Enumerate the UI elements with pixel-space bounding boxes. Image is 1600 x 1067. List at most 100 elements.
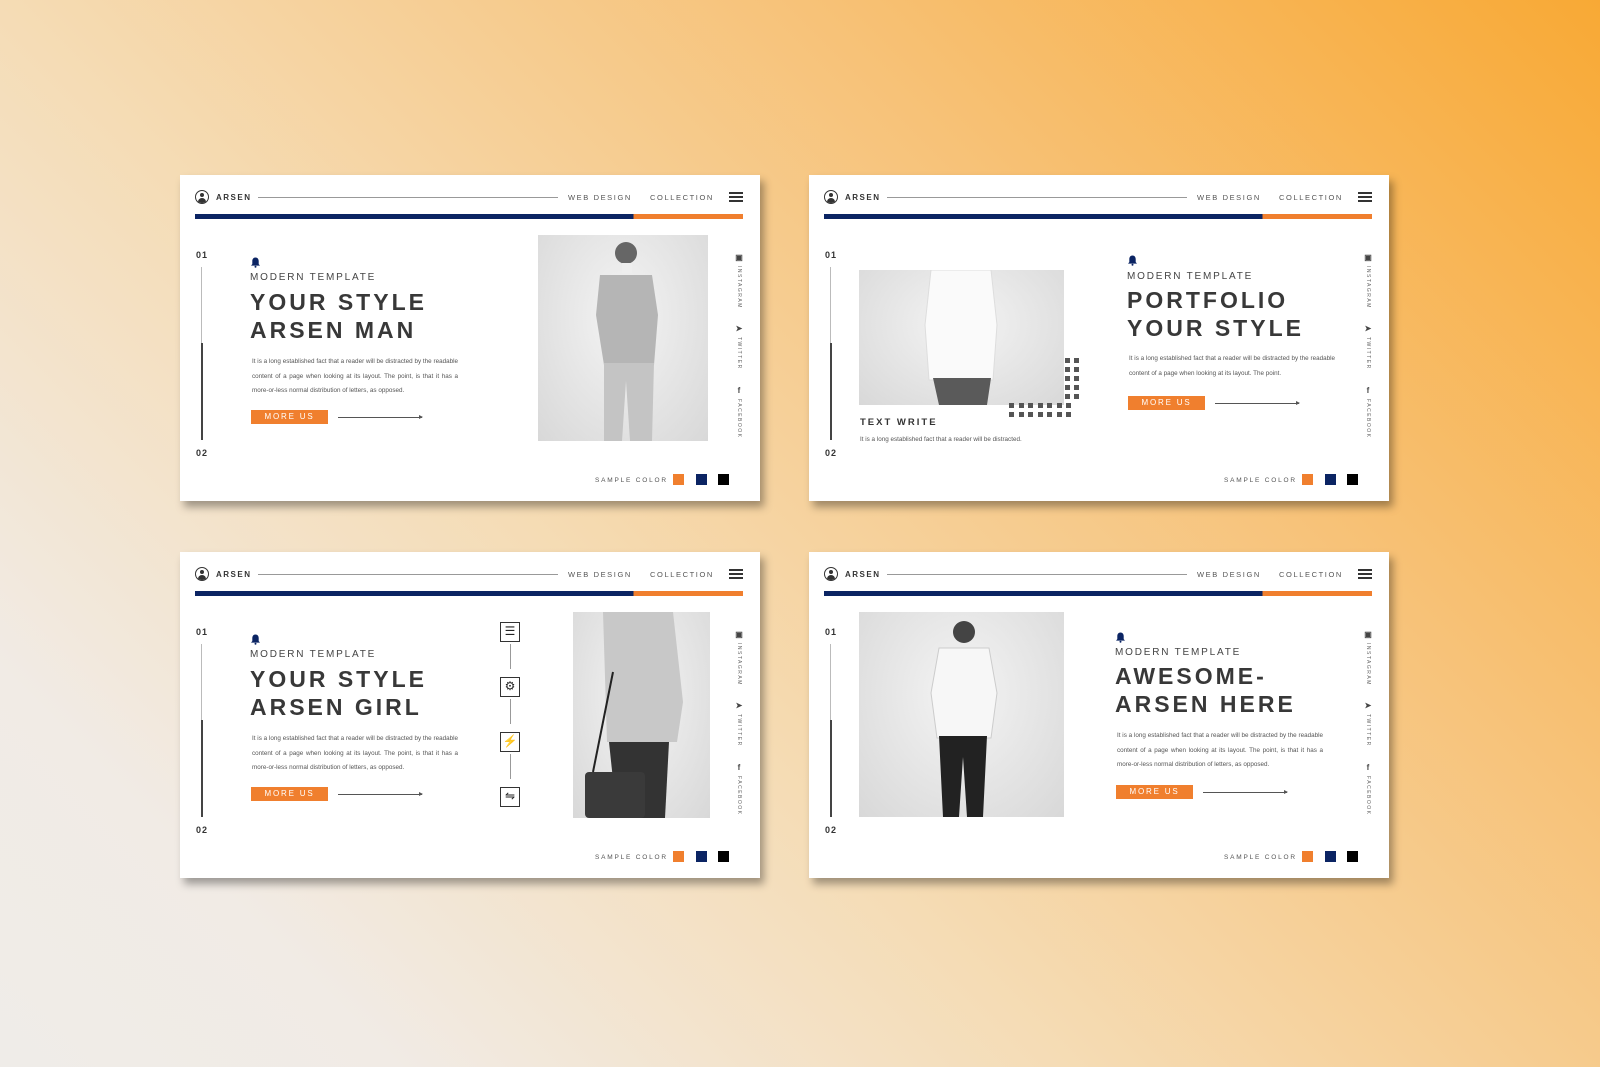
nav-web-design[interactable]: WEB DESIGN xyxy=(568,570,632,579)
decor-dot xyxy=(1056,412,1062,417)
nav-collection[interactable]: COLLECTION xyxy=(1279,193,1343,202)
decor-dot xyxy=(1065,394,1070,399)
color-progress-bar xyxy=(824,214,1372,219)
swatch-navy xyxy=(1325,851,1336,862)
model-photo xyxy=(573,612,710,818)
instagram-icon[interactable]: ▣ xyxy=(733,253,745,262)
brand-name: ARSEN xyxy=(845,193,881,202)
swatch-navy xyxy=(1325,474,1336,485)
facebook-icon[interactable]: f xyxy=(1362,763,1374,772)
slide-number-end: 02 xyxy=(196,825,209,835)
brand-name: ARSEN xyxy=(216,570,252,579)
slide: ARSEN WEB DESIGN COLLECTION 01 02 MODERN TEMP… xyxy=(809,175,1389,501)
sliders-icon: ⇋ xyxy=(500,787,520,807)
subtitle: MODERN TEMPLATE xyxy=(250,649,377,660)
more-us-button[interactable]: MORE US xyxy=(251,787,328,801)
social-instagram[interactable]: ▣ INSTAGRAM xyxy=(1362,253,1374,309)
more-us-button[interactable]: MORE US xyxy=(1128,396,1205,410)
twitter-icon[interactable]: ➤ xyxy=(733,324,745,333)
social-label: TWITTER xyxy=(736,714,742,747)
social-facebook[interactable]: f FACEBOOK xyxy=(1362,763,1374,816)
body-paragraph: It is a long established fact that a rea… xyxy=(1117,732,1323,768)
social-label: TWITTER xyxy=(1365,714,1371,747)
plug-icon: ⚡ xyxy=(500,732,520,752)
model-photo xyxy=(538,235,708,441)
color-progress-bar xyxy=(195,214,743,219)
icon-connector xyxy=(510,754,511,779)
nav-collection[interactable]: COLLECTION xyxy=(650,570,714,579)
social-facebook[interactable]: f FACEBOOK xyxy=(733,763,745,816)
swatch-orange xyxy=(1302,474,1313,485)
twitter-icon[interactable]: ➤ xyxy=(1362,324,1374,333)
slide-number-end: 02 xyxy=(825,448,838,458)
arrow-right-icon xyxy=(1203,790,1288,794)
slide-title: PORTFOLIO YOUR STYLE xyxy=(1127,287,1304,341)
icon-connector xyxy=(510,644,511,669)
nav-web-design[interactable]: WEB DESIGN xyxy=(1197,570,1261,579)
model-photo xyxy=(859,270,1064,405)
social-instagram[interactable]: ▣ INSTAGRAM xyxy=(733,630,745,686)
social-label: INSTAGRAM xyxy=(736,266,742,309)
slide-title: YOUR STYLE ARSEN MAN xyxy=(250,289,427,343)
instagram-icon[interactable]: ▣ xyxy=(1362,630,1374,639)
decor-dot xyxy=(1028,412,1033,417)
social-label: INSTAGRAM xyxy=(1365,643,1371,686)
social-twitter[interactable]: ➤ TWITTER xyxy=(1362,701,1374,747)
nav-web-design[interactable]: WEB DESIGN xyxy=(568,193,632,202)
decor-dot xyxy=(1056,403,1062,408)
hamburger-icon[interactable] xyxy=(1358,569,1372,579)
bell-icon xyxy=(1128,253,1137,266)
decor-dot xyxy=(1065,376,1070,381)
social-instagram[interactable]: ▣ INSTAGRAM xyxy=(1362,630,1374,686)
header-divider xyxy=(258,197,558,198)
header-divider xyxy=(258,574,558,575)
social-twitter[interactable]: ➤ TWITTER xyxy=(1362,324,1374,370)
swatch-black xyxy=(718,474,729,485)
social-label: TWITTER xyxy=(736,337,742,370)
swatch-black xyxy=(718,851,729,862)
layers-icon: ☰ xyxy=(500,622,520,642)
decor-dot xyxy=(1018,412,1024,417)
twitter-icon[interactable]: ➤ xyxy=(733,701,745,710)
social-twitter[interactable]: ➤ TWITTER xyxy=(733,324,745,370)
decor-dot xyxy=(1074,394,1079,399)
twitter-icon[interactable]: ➤ xyxy=(1362,701,1374,710)
decor-dot xyxy=(1028,403,1033,408)
social-instagram[interactable]: ▣ INSTAGRAM xyxy=(733,253,745,309)
facebook-icon[interactable]: f xyxy=(733,386,745,395)
social-facebook[interactable]: f FACEBOOK xyxy=(733,386,745,439)
color-progress-bar xyxy=(195,591,743,596)
decor-dot xyxy=(1009,412,1014,417)
decor-dot xyxy=(1065,358,1070,363)
social-label: FACEBOOK xyxy=(736,776,742,816)
arrow-right-icon xyxy=(338,792,423,796)
instagram-icon[interactable]: ▣ xyxy=(733,630,745,639)
sample-color-label: SAMPLE COLOR xyxy=(595,854,668,861)
more-us-button[interactable]: MORE US xyxy=(251,410,328,424)
social-twitter[interactable]: ➤ TWITTER xyxy=(733,701,745,747)
decor-dot xyxy=(1065,367,1070,372)
hamburger-icon[interactable] xyxy=(729,569,743,579)
hamburger-icon[interactable] xyxy=(729,192,743,202)
brand-name: ARSEN xyxy=(216,193,252,202)
user-circle-icon xyxy=(824,567,838,581)
timeline-line xyxy=(200,644,203,817)
body-paragraph: It is a long established fact that a rea… xyxy=(252,358,458,394)
slide-number-start: 01 xyxy=(196,250,209,260)
user-circle-icon xyxy=(824,190,838,204)
body-paragraph: It is a long established fact that a rea… xyxy=(1129,355,1335,377)
sample-color-label: SAMPLE COLOR xyxy=(1224,854,1297,861)
instagram-icon[interactable]: ▣ xyxy=(1362,253,1374,262)
social-facebook[interactable]: f FACEBOOK xyxy=(1362,386,1374,439)
facebook-icon[interactable]: f xyxy=(733,763,745,772)
swatch-black xyxy=(1347,474,1358,485)
slide-number-start: 01 xyxy=(825,250,838,260)
nav-web-design[interactable]: WEB DESIGN xyxy=(1197,193,1261,202)
decor-dot xyxy=(1065,385,1070,390)
nav-collection[interactable]: COLLECTION xyxy=(650,193,714,202)
hamburger-icon[interactable] xyxy=(1358,192,1372,202)
slide: ARSEN WEB DESIGN COLLECTION 01 02 MODERN TEMP… xyxy=(180,552,760,878)
nav-collection[interactable]: COLLECTION xyxy=(1279,570,1343,579)
facebook-icon[interactable]: f xyxy=(1362,386,1374,395)
more-us-button[interactable]: MORE US xyxy=(1116,785,1193,799)
